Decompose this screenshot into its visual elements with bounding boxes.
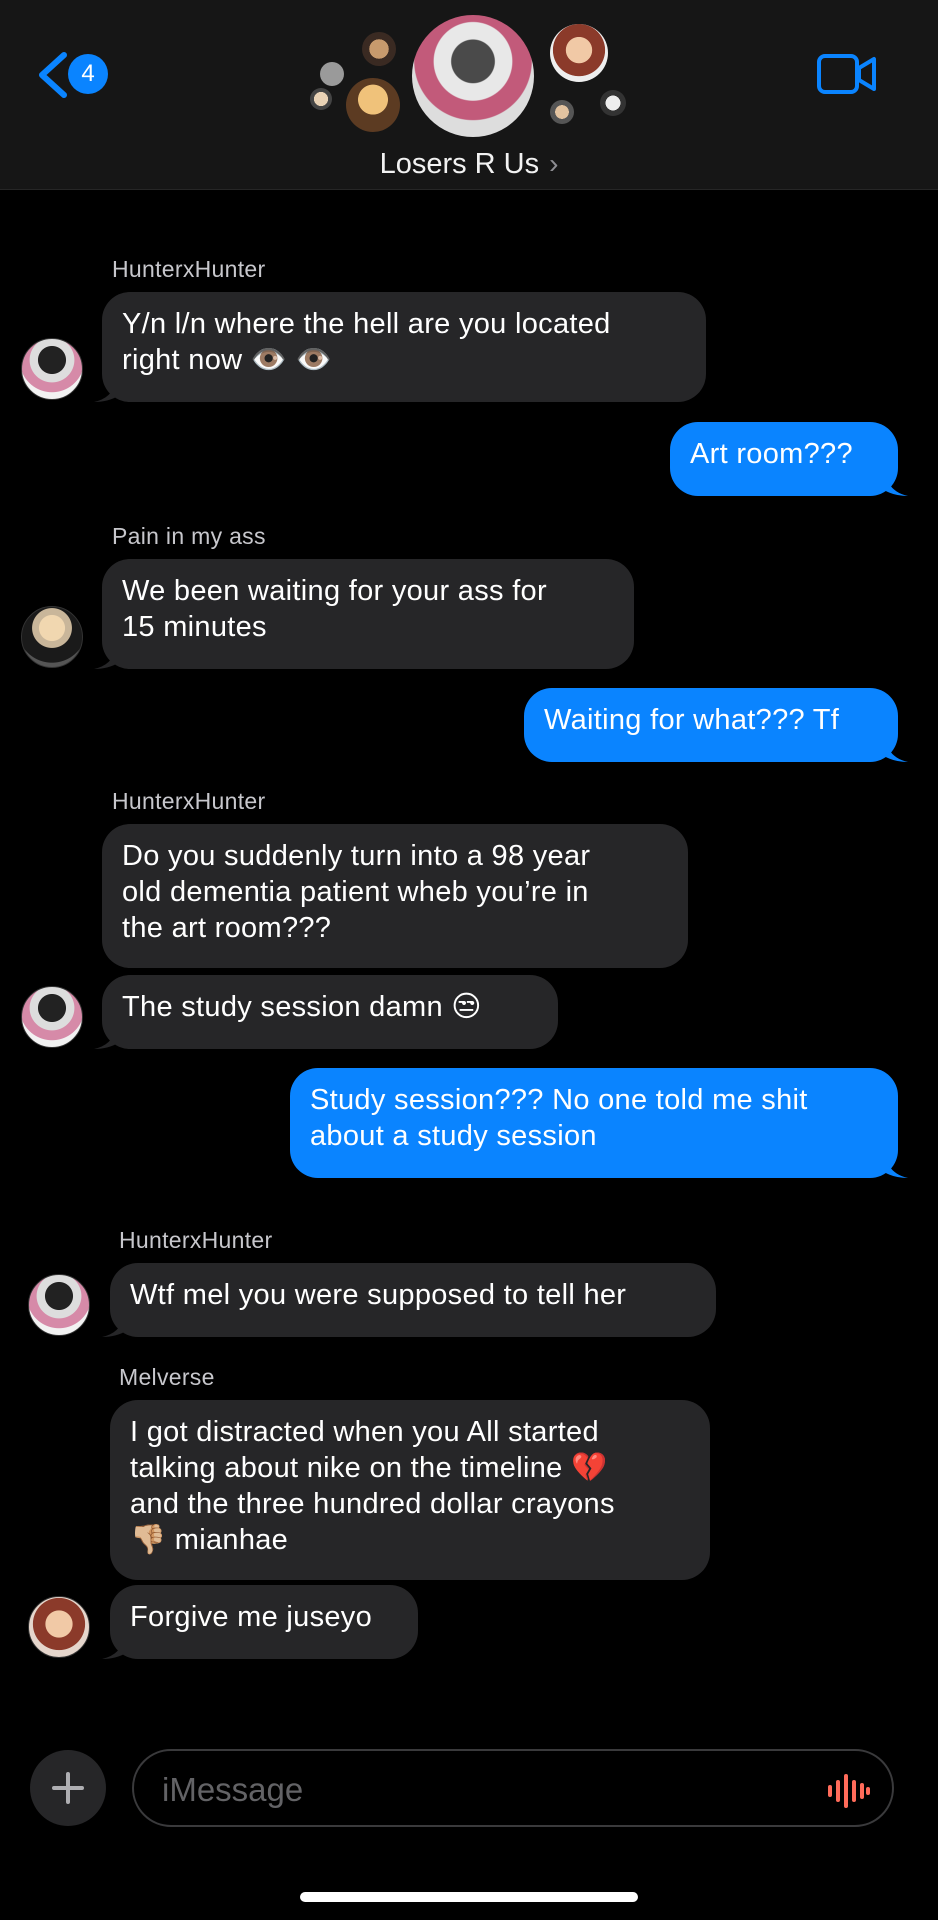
message-line: Y/n l/n where the hell are you located — [122, 308, 611, 340]
message-bubble-outgoing[interactable]: Study session??? No one told me shit abo… — [290, 1068, 898, 1178]
message-line: and the three hundred dollar crayons — [130, 1488, 615, 1520]
message-bubble-outgoing[interactable]: Art room??? — [670, 422, 898, 496]
group-avatar-dot-2 — [362, 32, 396, 66]
message-line: I got distracted when you All started — [130, 1416, 599, 1448]
message-bubble-outgoing[interactable]: Waiting for what??? Tf — [524, 688, 898, 762]
avatar-hunterxhunter[interactable] — [21, 338, 83, 400]
conversation-header: 4 Losers R Us › — [0, 0, 938, 190]
sender-name: Pain in my ass — [112, 523, 266, 549]
video-call-button[interactable] — [816, 52, 878, 96]
bubble-tail — [884, 1158, 908, 1178]
message-bubble-incoming[interactable]: Y/n l/n where the hell are you located r… — [102, 292, 706, 402]
bubble-tail — [884, 476, 908, 496]
group-avatar-dot-5 — [600, 90, 626, 116]
message-input-placeholder: iMessage — [162, 1771, 304, 1808]
group-avatar-cluster[interactable] — [300, 10, 640, 140]
video-camera-icon — [817, 54, 876, 94]
avatar-hunterxhunter[interactable] — [28, 1274, 90, 1336]
message-line: We been waiting for your ass for — [122, 575, 547, 607]
message-bubble-incoming[interactable]: The study session damn 😒 — [102, 975, 558, 1049]
sender-name: HunterxHunter — [119, 1227, 273, 1253]
message-bubble-incoming[interactable]: Wtf mel you were supposed to tell her — [110, 1263, 716, 1337]
message-line: right now 👁️ 👁️ — [122, 344, 332, 376]
message-line: old dementia patient wheb you’re in — [122, 876, 589, 908]
avatar-hunterxhunter[interactable] — [21, 986, 83, 1048]
group-name-label: Losers R Us — [379, 148, 540, 180]
group-avatar-dot-4 — [550, 100, 574, 124]
home-indicator[interactable] — [300, 1892, 638, 1902]
apps-plus-button[interactable] — [30, 1750, 106, 1826]
message-line: Study session??? No one told me shit — [310, 1084, 808, 1116]
group-avatar-small-1 — [346, 78, 400, 132]
sender-name: HunterxHunter — [112, 256, 266, 282]
message-line: 15 minutes — [122, 611, 267, 643]
group-avatar-main — [412, 15, 534, 137]
bubble-tail — [884, 742, 908, 762]
group-avatar-dot-1 — [320, 62, 344, 86]
message-input-field[interactable]: iMessage — [132, 1749, 894, 1827]
bubble-tail — [102, 1317, 126, 1337]
back-button[interactable]: 4 — [28, 46, 118, 102]
bubble-tail — [94, 649, 118, 669]
unread-count-badge: 4 — [68, 54, 108, 94]
message-line: talking about nike on the timeline 💔 — [130, 1452, 608, 1484]
avatar-pain-in-my-ass[interactable] — [21, 606, 83, 668]
message-line: Do you suddenly turn into a 98 year — [122, 840, 591, 872]
chevron-left-icon — [39, 52, 67, 98]
bubble-tail — [94, 1029, 118, 1049]
message-bubble-incoming[interactable]: Forgive me juseyo — [110, 1585, 418, 1659]
message-line: 👎🏼 mianhae — [130, 1524, 289, 1556]
sender-name: Melverse — [119, 1364, 215, 1390]
message-line: about a study session — [310, 1120, 597, 1152]
message-bubble-incoming[interactable]: Do you suddenly turn into a 98 year old … — [102, 824, 688, 968]
sender-name: HunterxHunter — [112, 788, 266, 814]
chevron-right-icon: › — [549, 148, 559, 179]
group-avatar-dot-3 — [310, 88, 332, 110]
audio-waveform-icon[interactable] — [826, 1773, 870, 1809]
bubble-tail — [94, 382, 118, 402]
avatar-melverse[interactable] — [28, 1596, 90, 1658]
group-avatar-small-2 — [550, 24, 608, 82]
message-line: the art room??? — [122, 912, 332, 944]
message-bubble-incoming[interactable]: We been waiting for your ass for 15 minu… — [102, 559, 634, 669]
bubble-tail — [102, 1639, 126, 1659]
message-bubble-incoming[interactable]: I got distracted when you All started ta… — [110, 1400, 710, 1580]
plus-icon — [52, 1772, 84, 1804]
group-name-button[interactable]: Losers R Us › — [0, 148, 938, 181]
